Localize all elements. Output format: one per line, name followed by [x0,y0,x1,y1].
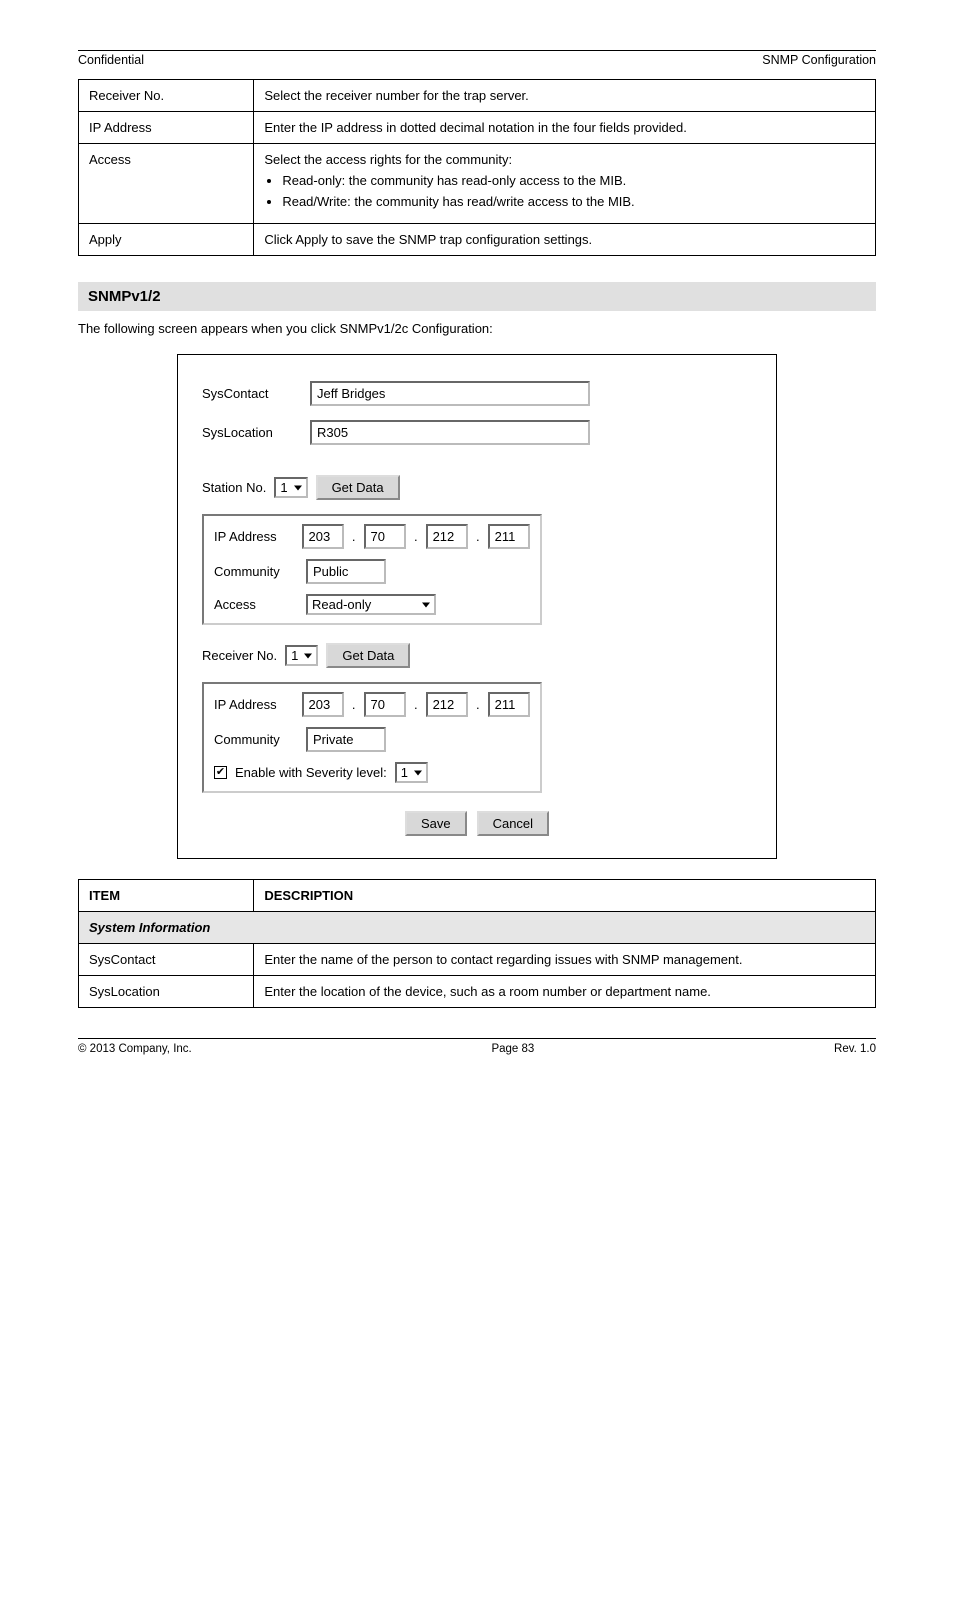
syslocation-input[interactable]: R305 [310,420,590,445]
param-desc: Enter the name of the person to contact … [254,944,876,976]
get-data-button-2[interactable]: Get Data [326,643,410,668]
station-no-value: 1 [280,480,287,495]
station-no-label: Station No. [202,480,266,495]
enable-checkbox[interactable]: ✔ [214,766,227,779]
parameter-table-continued: Receiver No. Select the receiver number … [78,79,876,256]
severity-level-value: 1 [401,765,408,780]
receiver-community-label: Community [214,732,298,747]
save-button[interactable]: Save [405,811,467,836]
cancel-button[interactable]: Cancel [477,811,549,836]
table-row: Access Select the access rights for the … [79,144,876,224]
param-name: IP Address [79,112,254,144]
receiver-no-label: Receiver No. [202,648,277,663]
table-section-label: System Information [79,912,876,944]
snmp-config-screenshot: SysContact Jeff Bridges SysLocation R305… [177,354,777,859]
param-desc: Enter the location of the device, such a… [254,976,876,1008]
station-community-label: Community [214,564,298,579]
param-desc: Click Apply to save the SNMP trap config… [254,224,876,256]
station-ip-octet-3[interactable]: 212 [426,524,468,549]
station-ip-octet-2[interactable]: 70 [364,524,406,549]
header-left: Confidential [78,53,144,67]
severity-level-select[interactable]: 1 [395,762,428,783]
receiver-no-value: 1 [291,648,298,663]
param-desc-intro: Select the access rights for the communi… [264,152,512,167]
syslocation-label: SysLocation [202,425,302,440]
get-data-button[interactable]: Get Data [316,475,400,500]
param-name: SysContact [79,944,254,976]
table-row: Receiver No. Select the receiver number … [79,80,876,112]
parameter-table-2: ITEM DESCRIPTION System Information SysC… [78,879,876,1008]
receiver-ip-octet-4[interactable]: 211 [488,692,530,717]
header-right: SNMP Configuration [762,53,876,67]
receiver-community-input[interactable]: Private [306,727,386,752]
station-ip-label: IP Address [214,529,294,544]
footer-right: Rev. 1.0 [834,1043,876,1055]
station-ip-octet-1[interactable]: 203 [302,524,344,549]
table-row: SysContact Enter the name of the person … [79,944,876,976]
footer-center: Page 83 [491,1043,534,1055]
param-name: Apply [79,224,254,256]
access-select[interactable]: Read-only [306,594,436,615]
table-row: Apply Click Apply to save the SNMP trap … [79,224,876,256]
param-desc: Select the access rights for the communi… [254,144,876,224]
param-name: SysLocation [79,976,254,1008]
receiver-ip-octet-3[interactable]: 212 [426,692,468,717]
receiver-ip-label: IP Address [214,697,294,712]
table-header-desc: DESCRIPTION [254,880,876,912]
enable-severity-label: Enable with Severity level: [235,765,387,780]
syscontact-label: SysContact [202,386,302,401]
station-community-input[interactable]: Public [306,559,386,584]
param-desc: Enter the IP address in dotted decimal n… [254,112,876,144]
station-no-select[interactable]: 1 [274,477,307,498]
list-item: Read-only: the community has read-only a… [282,173,865,188]
access-label: Access [214,597,298,612]
table-row: IP Address Enter the IP address in dotte… [79,112,876,144]
receiver-ip-octet-1[interactable]: 203 [302,692,344,717]
table-row: SysLocation Enter the location of the de… [79,976,876,1008]
access-value: Read-only [312,597,371,612]
list-item: Read/Write: the community has read/write… [282,194,865,209]
page-footer: © 2013 Company, Inc. Page 83 Rev. 1.0 [78,1038,876,1055]
receiver-ip-octet-2[interactable]: 70 [364,692,406,717]
param-name: Access [79,144,254,224]
station-ip-octet-4[interactable]: 211 [488,524,530,549]
param-desc: Select the receiver number for the trap … [254,80,876,112]
receiver-groupbox: IP Address 203. 70. 212. 211 Community P… [202,682,542,793]
section-subtitle: The following screen appears when you cl… [78,321,876,336]
page-header: Confidential SNMP Configuration [78,50,876,77]
section-heading: SNMPv1/2 [78,282,876,311]
syscontact-input[interactable]: Jeff Bridges [310,381,590,406]
table-header-item: ITEM [79,880,254,912]
footer-left: © 2013 Company, Inc. [78,1043,192,1055]
receiver-no-select[interactable]: 1 [285,645,318,666]
param-name: Receiver No. [79,80,254,112]
station-groupbox: IP Address 203. 70. 212. 211 Community P… [202,514,542,625]
